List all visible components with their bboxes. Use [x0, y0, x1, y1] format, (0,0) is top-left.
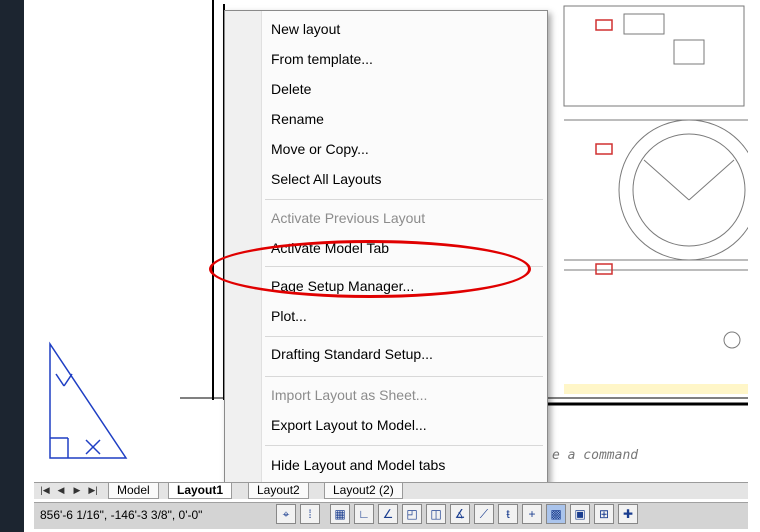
- polar-tracking-icon[interactable]: ∠: [378, 504, 398, 524]
- transparency-icon[interactable]: ▩: [546, 504, 566, 524]
- tab-nav-first-button[interactable]: |◀: [38, 484, 52, 497]
- infer-constraints-icon[interactable]: ⌖: [276, 504, 296, 524]
- tab-layout2-copy[interactable]: Layout2 (2): [324, 483, 403, 499]
- annotation-scale-icon[interactable]: ⊞: [594, 504, 614, 524]
- menu-item-move-copy[interactable]: Move or Copy...: [271, 141, 369, 157]
- menu-item-import-layout-as-sheet: Import Layout as Sheet...: [271, 387, 428, 403]
- tab-model[interactable]: Model: [108, 483, 159, 499]
- menu-separator: [265, 445, 543, 446]
- highlight-band: [564, 384, 748, 394]
- quick-properties-icon[interactable]: +: [522, 504, 542, 524]
- menu-item-activate-previous-layout: Activate Previous Layout: [271, 210, 426, 226]
- tab-nav-prev-button[interactable]: ◀: [54, 484, 68, 497]
- screen-edge-left: [0, 0, 24, 532]
- menu-item-rename[interactable]: Rename: [271, 111, 324, 127]
- command-line[interactable]: [540, 410, 748, 474]
- workspace-switch-icon[interactable]: ✚: [618, 504, 638, 524]
- layout-tab-strip: |◀ ◀ ▶ ▶| Model Layout1 Layout2 Layout2 …: [34, 482, 748, 499]
- 3d-object-snap-icon[interactable]: ◫: [426, 504, 446, 524]
- menu-item-export-layout-to-model[interactable]: Export Layout to Model...: [271, 417, 427, 433]
- ucs-icon: [49, 341, 128, 459]
- command-line-prompt: e a command: [552, 448, 639, 463]
- menu-item-delete[interactable]: Delete: [271, 81, 311, 97]
- menu-separator: [265, 376, 543, 377]
- dynamic-ucs-icon[interactable]: ∡: [450, 504, 470, 524]
- grid-display-icon[interactable]: ▦: [330, 504, 350, 524]
- screen-edge-right: [748, 0, 760, 532]
- menu-item-drafting-standard-setup[interactable]: Drafting Standard Setup...: [271, 346, 433, 362]
- dynamic-input-icon[interactable]: ⟋: [474, 504, 494, 524]
- object-snap-icon[interactable]: ◰: [402, 504, 422, 524]
- menu-item-hide-layout-model-tabs[interactable]: Hide Layout and Model tabs: [271, 457, 445, 473]
- model-space-icon[interactable]: ▣: [570, 504, 590, 524]
- menu-item-new-layout[interactable]: New layout: [271, 21, 340, 37]
- menu-item-from-template[interactable]: From template...: [271, 51, 373, 67]
- annotation-ellipse: [209, 240, 531, 298]
- tab-nav-last-button[interactable]: ▶|: [86, 484, 100, 497]
- tab-nav-next-button[interactable]: ▶: [70, 484, 84, 497]
- menu-separator: [265, 199, 543, 200]
- menu-item-select-all-layouts[interactable]: Select All Layouts: [271, 171, 382, 187]
- lineweight-icon[interactable]: ŧ: [498, 504, 518, 524]
- snap-mode-icon[interactable]: ⁞: [300, 504, 320, 524]
- ortho-mode-icon[interactable]: ∟: [354, 504, 374, 524]
- tab-layout2[interactable]: Layout2: [248, 483, 309, 499]
- coordinate-readout: 856'-6 1/16", -146'-3 3/8", 0'-0": [40, 508, 203, 522]
- menu-separator: [265, 336, 543, 337]
- tab-layout1[interactable]: Layout1: [168, 483, 233, 499]
- menu-item-plot[interactable]: Plot...: [271, 308, 307, 324]
